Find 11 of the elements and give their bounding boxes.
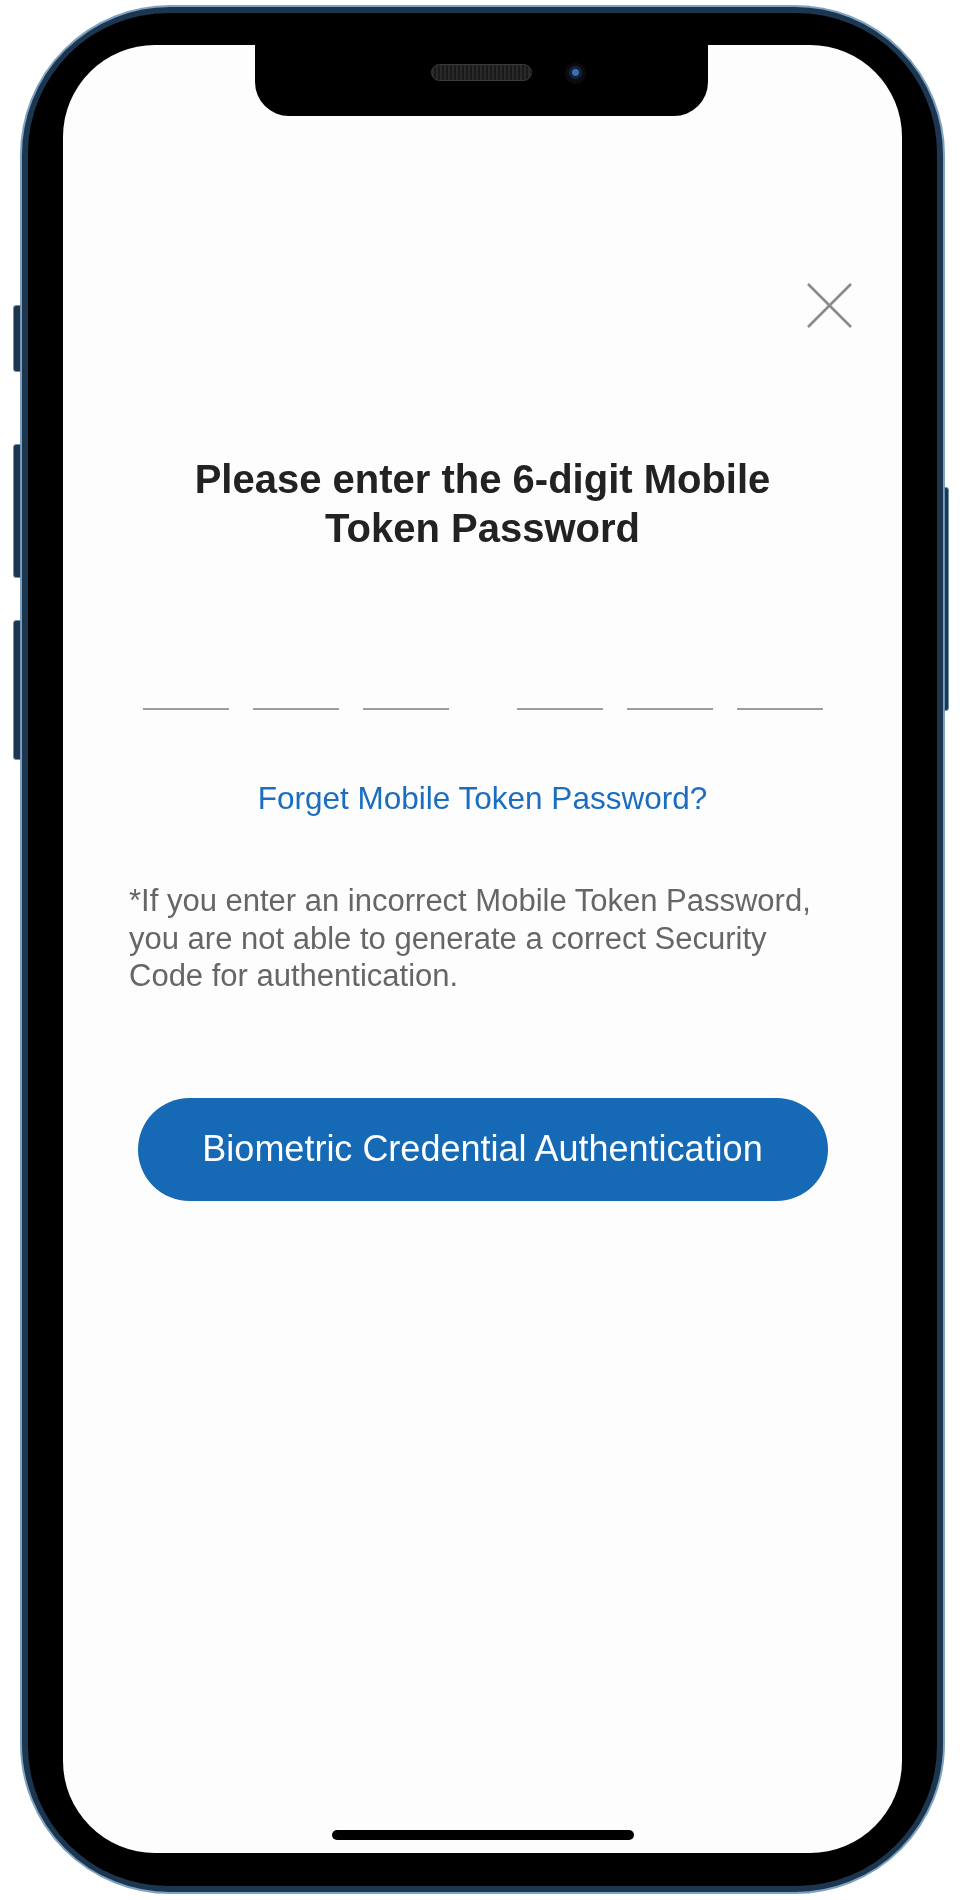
side-button[interactable]: [944, 487, 949, 711]
side-button[interactable]: [13, 305, 21, 372]
side-button[interactable]: [13, 620, 21, 760]
forgot-password-link[interactable]: Forget Mobile Token Password?: [257, 779, 708, 817]
speaker-icon: [431, 64, 532, 81]
dialog-title: Please enter the 6-digit Mobile Token Password: [193, 456, 772, 552]
side-button[interactable]: [13, 444, 21, 578]
biometric-auth-button[interactable]: Biometric Credential Authentication: [137, 1097, 828, 1201]
close-icon[interactable]: [807, 283, 852, 328]
camera-icon: [565, 63, 586, 84]
disclaimer-text: *If you enter an incorrect Mobile Token Password, you are not able to generate a correct Security Code for authentication.: [129, 882, 812, 995]
